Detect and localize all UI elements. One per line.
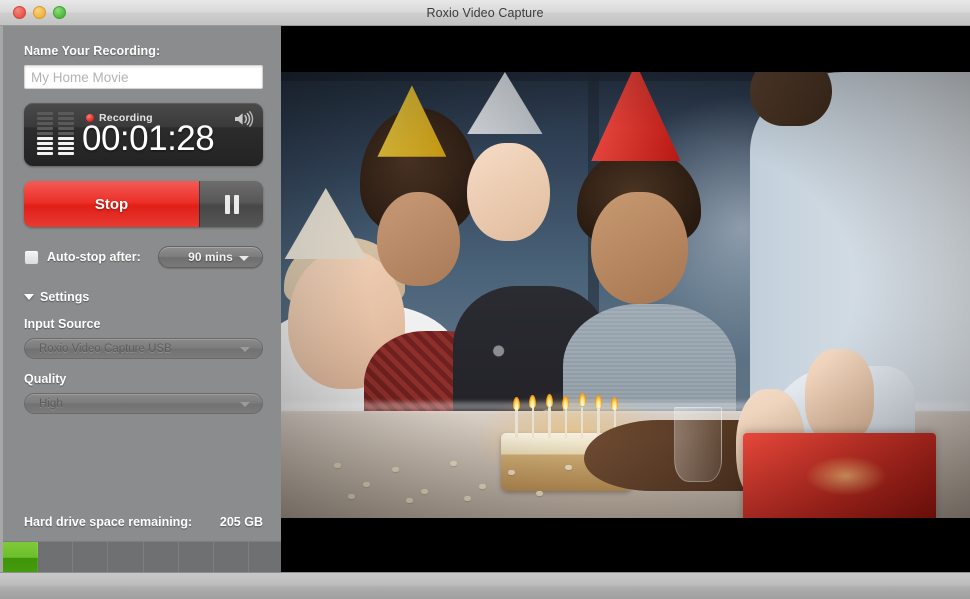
settings-disclosure[interactable]: Settings <box>24 290 260 304</box>
minimize-button-icon[interactable] <box>33 6 46 19</box>
quality-label: Quality <box>24 372 67 386</box>
video-scene <box>281 72 970 518</box>
auto-stop-checkbox[interactable] <box>24 249 39 265</box>
storage-info-row: Hard drive space remaining: 205 GB <box>24 515 263 529</box>
quality-dropdown[interactable]: High <box>24 393 263 414</box>
settings-title: Settings <box>40 290 90 304</box>
input-source-label: Input Source <box>24 317 101 331</box>
chevron-down-icon <box>239 256 249 261</box>
window-footer-bar <box>0 572 970 599</box>
app-window: Roxio Video Capture Name Your Recording: <box>0 0 970 599</box>
drinking-glass <box>673 406 722 483</box>
audio-level-meter-icon <box>37 112 74 155</box>
auto-stop-label: Auto-stop after: <box>47 250 141 264</box>
chevron-down-icon <box>240 347 250 352</box>
pause-button[interactable] <box>199 181 263 227</box>
quality-value: High <box>39 397 63 410</box>
video-preview-panel[interactable] <box>281 26 970 572</box>
storage-label: Hard drive space remaining: <box>24 515 193 529</box>
auto-stop-row: Auto-stop after: 90 mins <box>24 246 263 268</box>
adult-right-head <box>749 72 833 126</box>
control-sidebar: Name Your Recording: Recording <box>0 26 284 572</box>
girl-plaid-head <box>377 192 461 287</box>
adult-right-hand <box>804 348 874 438</box>
zoom-button-icon[interactable] <box>53 6 66 19</box>
window-title: Roxio Video Capture <box>426 5 544 20</box>
input-source-dropdown[interactable]: Roxio Video Capture USB <box>24 338 263 359</box>
speaker-icon <box>235 111 254 127</box>
transport-controls: Stop <box>24 181 263 227</box>
woman-head <box>467 143 550 242</box>
chevron-down-icon <box>240 402 250 407</box>
title-bar: Roxio Video Capture <box>0 0 970 26</box>
close-button-icon[interactable] <box>13 6 26 19</box>
storage-progress-ticks <box>3 542 284 572</box>
birthday-child-head <box>591 192 688 304</box>
video-frame <box>281 72 970 518</box>
stop-button[interactable]: Stop <box>24 181 199 227</box>
timer-display-panel: Recording 00:01:28 <box>24 103 263 166</box>
recording-name-input[interactable] <box>24 65 263 89</box>
elapsed-time: 00:01:28 <box>82 119 215 158</box>
stop-button-label: Stop <box>94 195 129 213</box>
auto-stop-duration-dropdown[interactable]: 90 mins <box>158 246 263 268</box>
window-controls <box>13 6 66 19</box>
storage-progress-bar <box>3 541 284 572</box>
storage-value: 205 GB <box>219 515 263 529</box>
gift-highlight <box>804 455 888 496</box>
recording-name-label: Name Your Recording: <box>24 44 161 58</box>
auto-stop-duration-value: 90 mins <box>188 250 233 264</box>
triangle-down-icon <box>24 294 34 300</box>
table-crumbs <box>322 451 611 505</box>
pause-icon <box>224 194 239 214</box>
input-source-value: Roxio Video Capture USB <box>39 342 172 355</box>
